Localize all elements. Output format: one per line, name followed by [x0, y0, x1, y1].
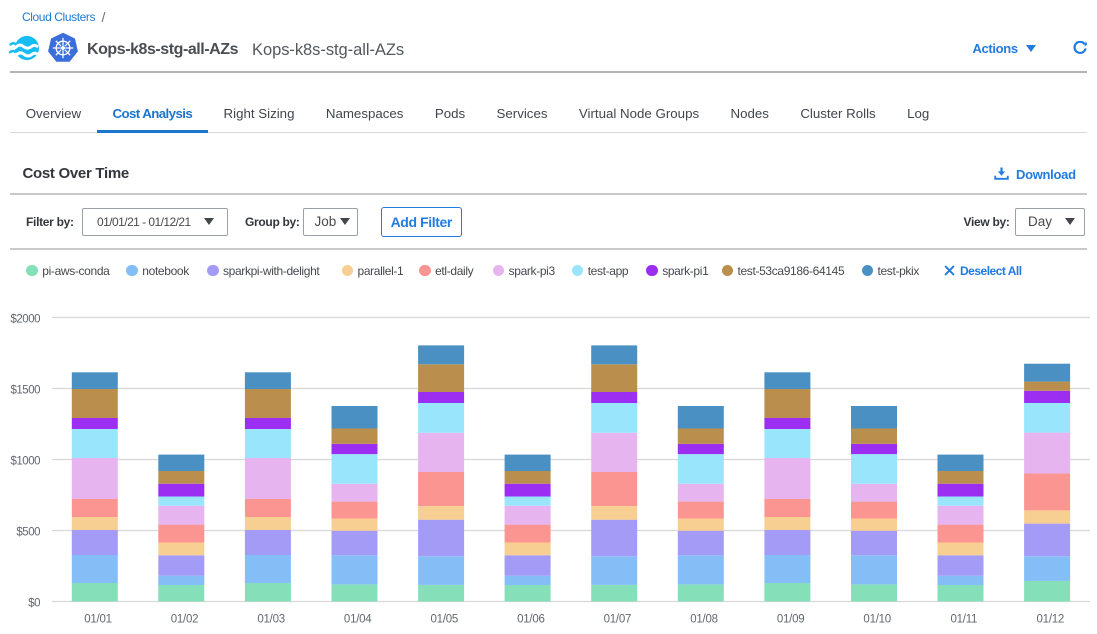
svg-text:01/04: 01/04 [344, 614, 372, 626]
svg-text:01/08: 01/08 [690, 614, 718, 626]
svg-text:01/06: 01/06 [517, 614, 545, 626]
svg-text:01/03: 01/03 [257, 614, 285, 626]
svg-text:01/09: 01/09 [777, 614, 805, 626]
svg-text:$0: $0 [28, 598, 40, 610]
svg-text:$1000: $1000 [11, 456, 41, 468]
svg-text:01/05: 01/05 [431, 614, 459, 626]
svg-text:01/11: 01/11 [950, 614, 977, 626]
svg-text:$500: $500 [16, 527, 40, 539]
svg-text:01/01: 01/01 [84, 614, 112, 626]
svg-text:01/12: 01/12 [1037, 614, 1065, 626]
svg-text:01/02: 01/02 [171, 614, 199, 626]
svg-text:$1500: $1500 [11, 385, 41, 397]
svg-text:$2000: $2000 [11, 314, 41, 326]
svg-text:01/07: 01/07 [604, 614, 632, 626]
svg-text:01/10: 01/10 [863, 614, 891, 626]
